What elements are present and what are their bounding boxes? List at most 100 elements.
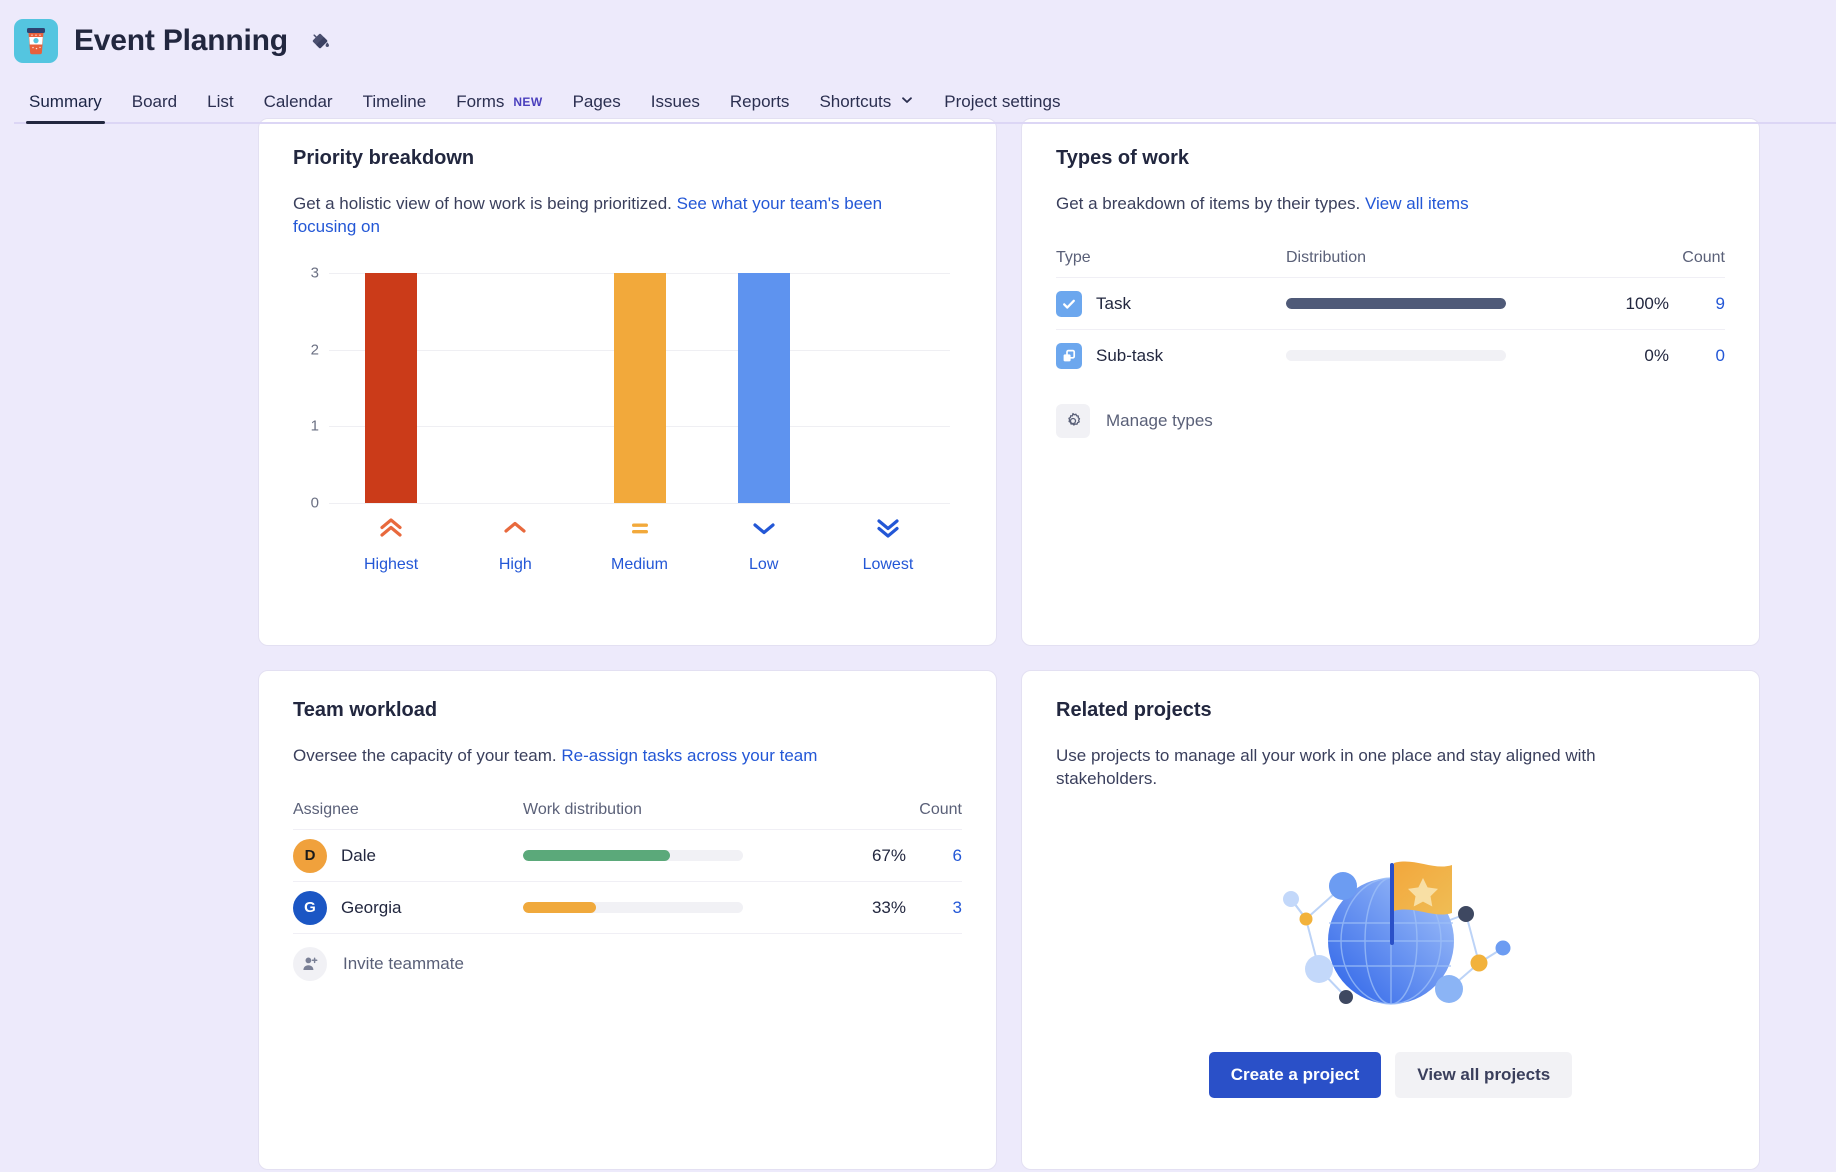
card-description: Get a holistic view of how work is being… bbox=[293, 192, 923, 239]
summary-board: Priority breakdown Get a holistic view o… bbox=[0, 112, 1836, 1170]
x-label-highest[interactable]: Highest bbox=[329, 517, 453, 574]
reassign-tasks-link[interactable]: Re-assign tasks across your team bbox=[561, 746, 817, 765]
y-axis-tick: 0 bbox=[310, 494, 319, 512]
distribution-track bbox=[523, 850, 743, 862]
avatar-initial: G bbox=[304, 899, 316, 917]
card-title: Priority breakdown bbox=[293, 147, 475, 169]
invite-teammate-label: Invite teammate bbox=[343, 953, 464, 973]
table-row: Task 100% 9 bbox=[1056, 277, 1725, 329]
gear-icon bbox=[1056, 404, 1090, 439]
team-workload-card: Team workload Oversee the capacity of yo… bbox=[258, 670, 997, 1170]
nav-item-label: Pages bbox=[572, 92, 621, 111]
x-label-text: High bbox=[498, 555, 532, 573]
nav-item-label: Calendar bbox=[263, 92, 333, 111]
x-label-text: Lowest bbox=[862, 555, 914, 573]
x-label-lowest[interactable]: Lowest bbox=[826, 517, 950, 574]
card-description: Get a breakdown of items by their types.… bbox=[1056, 192, 1686, 215]
table-header: Type Distribution Count bbox=[1056, 249, 1725, 277]
nav-item-timeline[interactable]: Timeline bbox=[348, 92, 442, 124]
nav-item-summary[interactable]: Summary bbox=[14, 92, 117, 124]
nav-item-issues[interactable]: Issues bbox=[636, 92, 715, 124]
manage-types-label: Manage types bbox=[1106, 411, 1213, 431]
avatar[interactable]: D bbox=[293, 838, 327, 873]
distribution-fill bbox=[523, 850, 671, 862]
column-header-count: Count bbox=[1682, 249, 1725, 267]
globe-flag-network-illustration bbox=[1056, 811, 1725, 1026]
nav-item-forms[interactable]: Forms NEW bbox=[441, 92, 557, 124]
y-axis-tick: 2 bbox=[310, 341, 319, 359]
x-label-low[interactable]: Low bbox=[702, 517, 826, 574]
y-axis-tick: 3 bbox=[310, 264, 319, 282]
app-header: Event Planning Summary Board List Calend… bbox=[0, 0, 1836, 124]
assignee-name: Dale bbox=[341, 845, 376, 865]
count-value[interactable]: 6 bbox=[906, 846, 962, 866]
distribution-track bbox=[1286, 298, 1506, 310]
view-all-projects-button[interactable]: View all projects bbox=[1395, 1051, 1573, 1098]
nav-item-calendar[interactable]: Calendar bbox=[249, 92, 348, 124]
nav-item-reports[interactable]: Reports bbox=[715, 92, 805, 124]
related-projects-actions: Create a project View all projects bbox=[1056, 1051, 1725, 1098]
card-title: Team workload bbox=[293, 699, 438, 721]
count-value[interactable]: 3 bbox=[906, 898, 962, 918]
manage-types-button[interactable]: Manage types bbox=[1056, 393, 1725, 449]
column-header-count: Count bbox=[919, 801, 962, 819]
type-label: Task bbox=[1096, 293, 1131, 313]
bar-highest[interactable] bbox=[365, 272, 418, 503]
nav-item-shortcuts[interactable]: Shortcuts bbox=[804, 92, 929, 124]
bar-slot bbox=[329, 272, 453, 503]
chart-plot-area: 3 2 1 0 bbox=[311, 264, 950, 511]
nav-item-board[interactable]: Board bbox=[117, 92, 192, 124]
description-text: Get a breakdown of items by their types. bbox=[1056, 194, 1365, 213]
main-navigation: Summary Board List Calendar Timeline For… bbox=[14, 78, 1836, 124]
paint-fill-icon[interactable] bbox=[308, 29, 332, 53]
card-description: Oversee the capacity of your team. Re-as… bbox=[293, 744, 923, 767]
chart-x-labels: Highest High Medium Low Lowest bbox=[329, 517, 950, 574]
percent-value: 0% bbox=[1644, 345, 1669, 365]
avatar[interactable]: G bbox=[293, 890, 327, 925]
chevron-up-icon bbox=[501, 517, 529, 544]
type-label: Sub-task bbox=[1096, 345, 1164, 365]
description-text: Oversee the capacity of your team. bbox=[293, 746, 562, 765]
create-a-project-button[interactable]: Create a project bbox=[1208, 1051, 1382, 1098]
x-label-text: Low bbox=[749, 555, 779, 573]
nav-item-pages[interactable]: Pages bbox=[558, 92, 636, 124]
nav-item-project-settings[interactable]: Project settings bbox=[929, 92, 1075, 124]
chevron-down-icon bbox=[750, 517, 778, 544]
bar-low[interactable] bbox=[737, 272, 790, 503]
task-check-icon bbox=[1056, 290, 1082, 317]
coffee-cup-icon bbox=[14, 19, 58, 63]
card-title: Types of work bbox=[1056, 147, 1189, 169]
nav-item-list[interactable]: List bbox=[192, 92, 248, 124]
x-label-text: Highest bbox=[363, 555, 419, 573]
distribution-fill bbox=[523, 902, 596, 914]
distribution-fill bbox=[1286, 298, 1506, 310]
count-value[interactable]: 0 bbox=[1669, 346, 1725, 366]
double-chevron-down-icon bbox=[874, 517, 902, 544]
bar-slot bbox=[577, 272, 701, 503]
x-label-high[interactable]: High bbox=[453, 517, 577, 574]
card-title: Related projects bbox=[1056, 699, 1212, 721]
bar-medium[interactable] bbox=[613, 272, 666, 503]
table-row: Sub-task 0% 0 bbox=[1056, 329, 1725, 381]
view-all-items-link[interactable]: View all items bbox=[1365, 194, 1469, 213]
x-label-medium[interactable]: Medium bbox=[577, 517, 701, 574]
page-title: Event Planning bbox=[74, 24, 288, 57]
nav-item-label: List bbox=[207, 92, 234, 111]
x-label-text: Medium bbox=[611, 555, 668, 573]
table-row: G Georgia 33% 3 bbox=[293, 881, 962, 933]
bar-slot bbox=[453, 273, 577, 503]
types-table: Type Distribution Count Task 100% 9 Sub-… bbox=[1056, 249, 1725, 449]
column-header-assignee: Assignee bbox=[293, 801, 359, 819]
distribution-track bbox=[1286, 350, 1506, 362]
nav-item-label: Summary bbox=[29, 92, 102, 111]
person-add-icon bbox=[293, 946, 327, 981]
nav-item-label: Reports bbox=[729, 92, 790, 111]
column-header-distribution: Distribution bbox=[1286, 249, 1367, 267]
subtask-icon bbox=[1056, 342, 1082, 369]
percent-value: 33% bbox=[871, 897, 906, 917]
description-text: Get a holistic view of how work is being… bbox=[293, 194, 677, 213]
invite-teammate-button[interactable]: Invite teammate bbox=[293, 933, 962, 989]
avatar-initial: D bbox=[304, 847, 316, 865]
count-value[interactable]: 9 bbox=[1669, 294, 1725, 314]
table-header: Assignee Work distribution Count bbox=[293, 801, 962, 829]
